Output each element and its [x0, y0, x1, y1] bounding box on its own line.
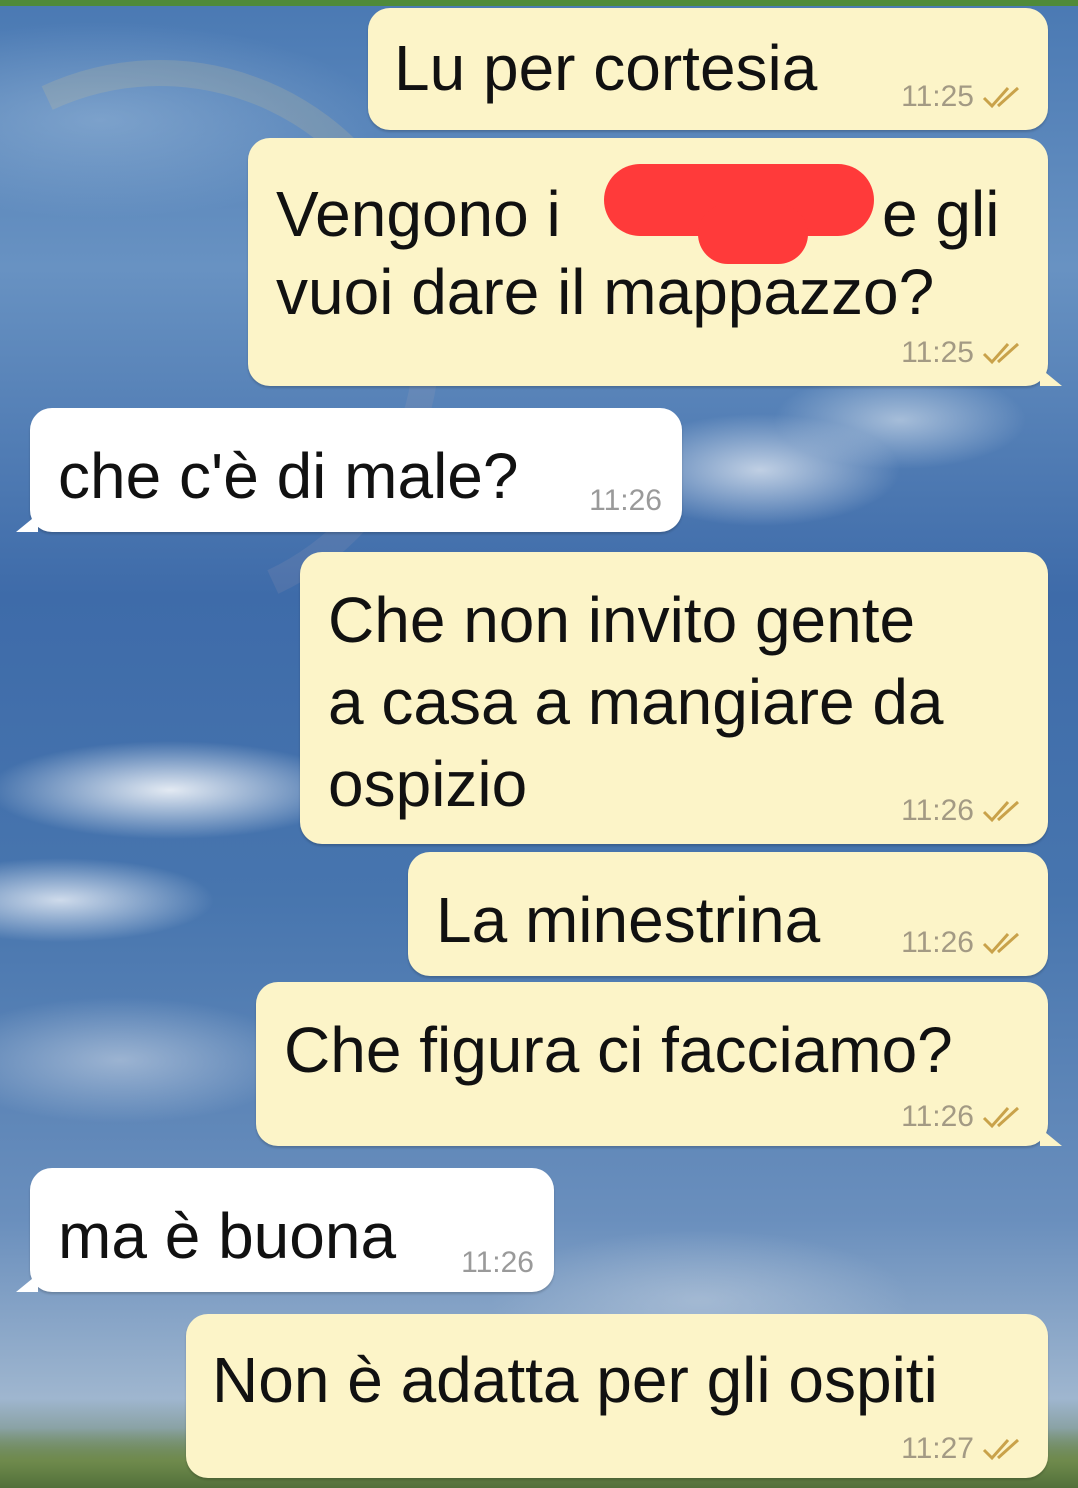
top-strip — [0, 0, 1078, 6]
message-meta: 11:25 — [901, 336, 1028, 370]
message-text: Che figura ci facciamo? — [284, 1014, 953, 1086]
bubble-tail — [1040, 1128, 1062, 1146]
bubble-tail — [16, 514, 38, 532]
message-bubble-incoming[interactable]: ma è buona 11:26 — [16, 1168, 554, 1292]
message-meta: 11:26 — [901, 794, 1028, 828]
double-check-icon — [982, 342, 1020, 365]
message-bubble-outgoing[interactable]: Che non invito gente a casa a mangiare d… — [300, 552, 1048, 844]
bubble-tail — [1040, 368, 1062, 386]
message-bubble-outgoing[interactable]: La minestrina 11:26 — [408, 852, 1048, 976]
message-text: Che non invito gente — [328, 584, 916, 656]
message-meta: 11:26 — [901, 926, 1028, 960]
double-check-icon — [982, 932, 1020, 955]
message-bubble-outgoing[interactable]: Lu per cortesia 11:25 — [368, 8, 1048, 130]
message-meta: 11:27 — [901, 1432, 1028, 1466]
message-text: e gli — [882, 178, 1000, 250]
message-time: 11:27 — [901, 1432, 974, 1465]
message-meta: 11:26 — [901, 1100, 1028, 1134]
message-text: ma è buona — [58, 1200, 397, 1272]
message-text: La minestrina — [436, 884, 821, 956]
message-bubble-outgoing[interactable]: Che figura ci facciamo? 11:26 — [256, 982, 1062, 1146]
message-text: ospizio — [328, 748, 528, 820]
message-text: Vengono i — [276, 178, 561, 250]
message-bubble-outgoing[interactable]: Non è adatta per gli ospiti 11:27 — [186, 1314, 1048, 1478]
double-check-icon — [982, 86, 1020, 109]
double-check-icon — [982, 1106, 1020, 1129]
message-time: 11:26 — [901, 794, 974, 827]
message-time: 11:26 — [461, 1246, 534, 1279]
message-meta: 11:26 — [461, 1246, 534, 1280]
message-meta: 11:26 — [589, 484, 662, 518]
message-meta: 11:25 — [901, 80, 1028, 114]
message-time: 11:26 — [901, 926, 974, 959]
message-text: che c'è di male? — [58, 440, 519, 512]
message-text: Lu per cortesia — [394, 32, 818, 104]
message-text: vuoi dare il mappazzo? — [276, 256, 935, 328]
bubble-tail — [16, 1274, 38, 1292]
message-time: 11:26 — [589, 484, 662, 517]
message-time: 11:25 — [901, 80, 974, 113]
double-check-icon — [982, 800, 1020, 823]
message-bubble-incoming[interactable]: che c'è di male? 11:26 — [16, 408, 682, 532]
message-time: 11:25 — [901, 336, 974, 369]
message-time: 11:26 — [901, 1100, 974, 1133]
double-check-icon — [982, 1438, 1020, 1461]
message-text: a casa a mangiare da — [328, 666, 944, 738]
message-bubble-outgoing[interactable]: Vengono i e gli vuoi dare il mappazzo? 1… — [248, 138, 1062, 386]
message-text: Non è adatta per gli ospiti — [212, 1344, 938, 1416]
